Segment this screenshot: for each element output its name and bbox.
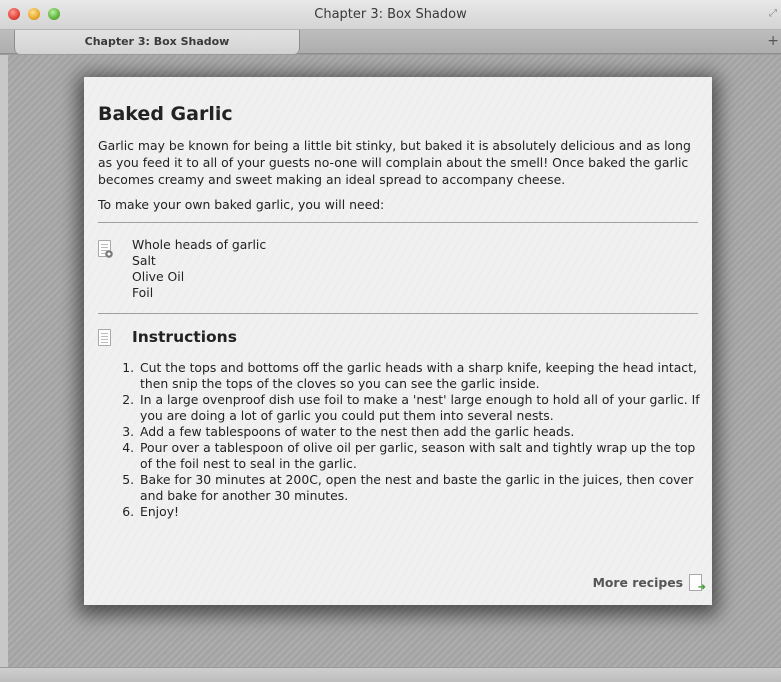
ingredient-item: Olive Oil: [132, 269, 185, 284]
instructions-header: Instructions: [98, 328, 698, 350]
recipe-title: Baked Garlic: [98, 103, 233, 125]
instruction-step: Cut the tops and bottoms off the garlic …: [138, 360, 710, 392]
document-arrow-icon: [689, 574, 706, 593]
instruction-step: In a large ovenproof dish use foil to ma…: [138, 392, 710, 424]
document-gear-icon: [98, 240, 113, 258]
ingredient-item: Salt: [132, 253, 156, 268]
resize-icon[interactable]: ⤢: [769, 8, 777, 19]
divider: [98, 313, 698, 314]
ingredients-list: Whole heads of garlic Salt Olive Oil Foi…: [132, 237, 698, 301]
recipe-card: Baked Garlic Garlic may be known for bei…: [84, 77, 712, 605]
ingredient-item: Foil: [132, 285, 154, 300]
more-recipes-link[interactable]: More recipes: [592, 574, 706, 593]
tab-bar: Chapter 3: Box Shadow +: [0, 30, 781, 54]
instructions-list: Cut the tops and bottoms off the garlic …: [98, 360, 710, 520]
recipe-intro: Garlic may be known for being a little b…: [98, 138, 691, 187]
plus-icon[interactable]: +: [767, 33, 779, 49]
divider: [98, 222, 698, 223]
ingredient-item: Whole heads of garlic: [132, 237, 267, 252]
document-icon: [98, 329, 111, 346]
ingredients-section: Whole heads of garlic Salt Olive Oil Foi…: [98, 237, 698, 301]
more-recipes-label: More recipes: [592, 575, 683, 590]
window-edge: [0, 55, 8, 667]
browser-window: Chapter 3: Box Shadow ⤢ Chapter 3: Box S…: [0, 0, 781, 682]
instruction-step: Pour over a tablespoon of olive oil per …: [138, 440, 710, 472]
window-title: Chapter 3: Box Shadow: [314, 7, 467, 22]
tab-label: Chapter 3: Box Shadow: [84, 35, 230, 48]
instruction-step: Bake for 30 minutes at 200C, open the ne…: [138, 472, 710, 504]
instructions-title: Instructions: [132, 328, 237, 346]
instruction-step: Add a few tablespoons of water to the ne…: [138, 424, 710, 440]
ingredients-intro: To make your own baked garlic, you will …: [98, 197, 385, 212]
tab-chapter-3[interactable]: Chapter 3: Box Shadow: [14, 30, 300, 54]
instruction-step: Enjoy!: [138, 504, 710, 520]
status-bar: [0, 667, 781, 682]
title-bar[interactable]: Chapter 3: Box Shadow ⤢: [0, 0, 781, 30]
